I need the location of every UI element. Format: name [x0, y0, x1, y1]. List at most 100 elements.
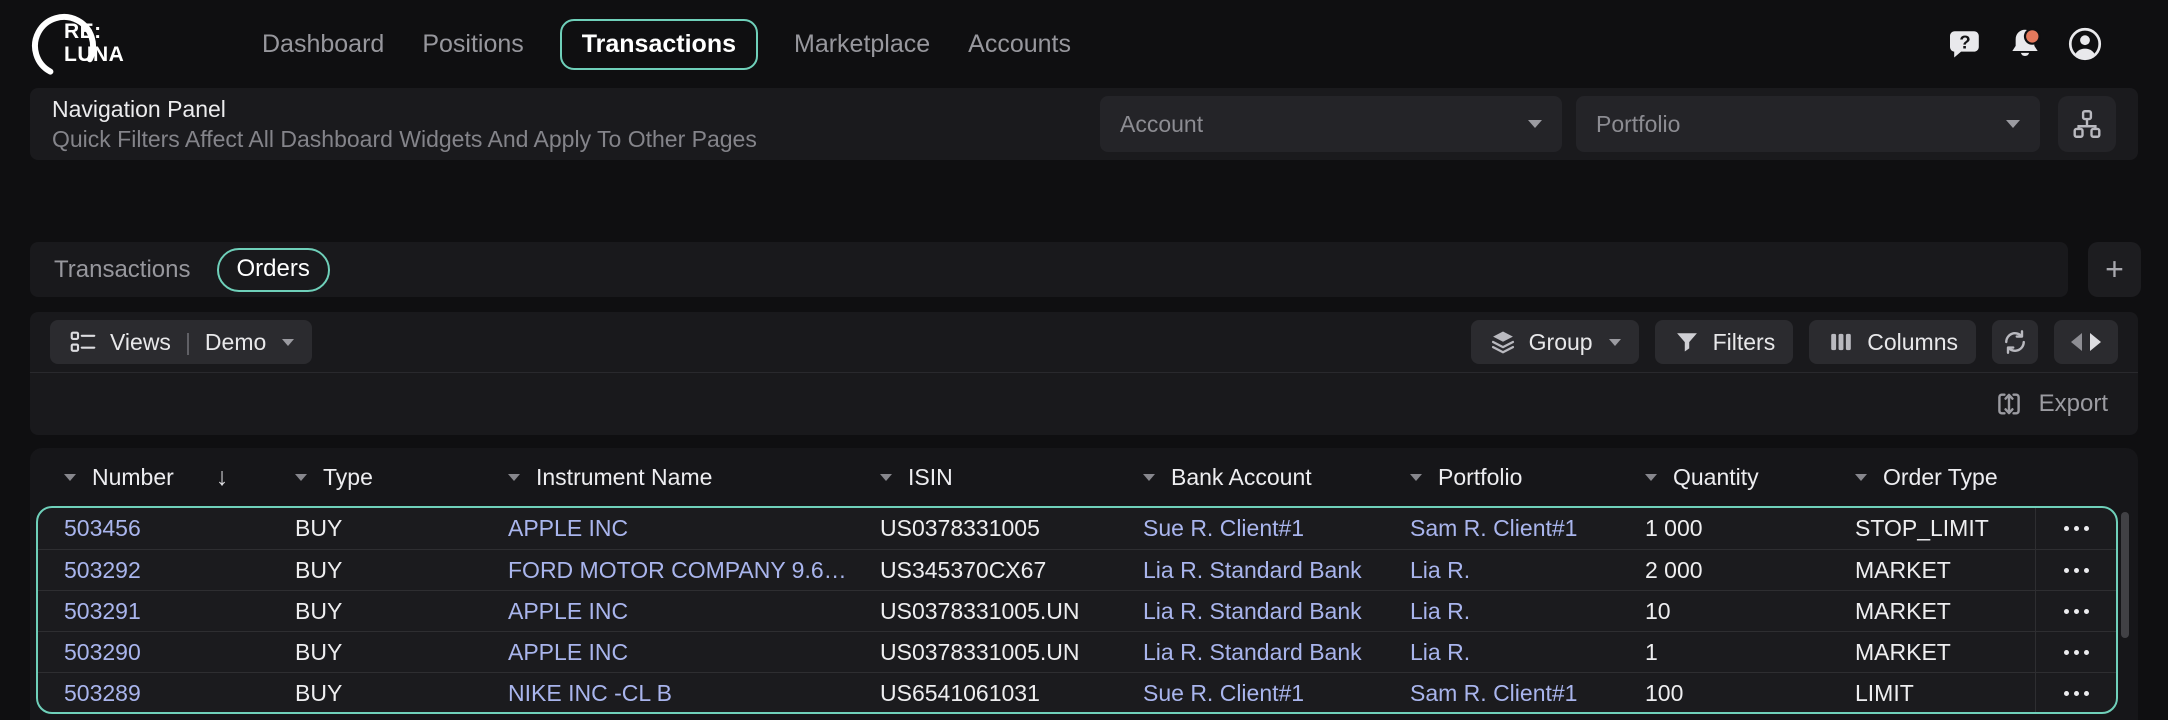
- topbar-actions: ?: [1946, 25, 2104, 63]
- table-row[interactable]: 503290 BUY APPLE INC US0378331005.UN Lia…: [38, 631, 2116, 672]
- refresh-button[interactable]: [1992, 320, 2038, 364]
- cell-order-type: STOP_LIMIT: [1829, 515, 2035, 542]
- cell-number[interactable]: 503289: [38, 680, 269, 707]
- cell-instrument[interactable]: FORD MOTOR COMPANY 9.6…: [482, 557, 854, 584]
- portfolio-select-placeholder: Portfolio: [1596, 111, 1680, 138]
- column-label: Type: [323, 464, 373, 491]
- row-actions-button[interactable]: [2035, 673, 2116, 713]
- selected-rows-group: 503456 BUY APPLE INC US0378331005 Sue R.…: [36, 506, 2118, 714]
- chevron-down-icon: [1528, 120, 1542, 128]
- cell-type: BUY: [269, 557, 482, 584]
- profile-icon[interactable]: [2066, 25, 2104, 63]
- cell-portfolio[interactable]: Lia R.: [1384, 598, 1619, 625]
- cell-bank-account[interactable]: Lia R. Standard Bank: [1117, 639, 1384, 666]
- cell-portfolio[interactable]: Lia R.: [1384, 639, 1619, 666]
- tab-transactions[interactable]: Transactions: [54, 256, 191, 284]
- chevron-down-icon: [1609, 339, 1621, 346]
- account-select[interactable]: Account: [1100, 96, 1562, 152]
- views-dropdown[interactable]: Views | Demo: [50, 320, 312, 364]
- cell-instrument[interactable]: APPLE INC: [482, 598, 854, 625]
- page-right-icon[interactable]: [2090, 333, 2101, 351]
- row-actions-button[interactable]: [2035, 508, 2116, 549]
- panel-subtitle: Quick Filters Affect All Dashboard Widge…: [52, 126, 757, 153]
- cell-portfolio[interactable]: Lia R.: [1384, 557, 1619, 584]
- column-label: ISIN: [908, 464, 953, 491]
- cell-instrument[interactable]: APPLE INC: [482, 515, 854, 542]
- column-header-quantity[interactable]: Quantity: [1619, 448, 1829, 506]
- cell-type: BUY: [269, 639, 482, 666]
- export-label: Export: [2039, 390, 2108, 418]
- cell-isin: US0378331005: [854, 515, 1117, 542]
- column-menu-icon[interactable]: [64, 474, 76, 481]
- nav-item-transactions[interactable]: Transactions: [560, 19, 758, 70]
- cell-number[interactable]: 503291: [38, 598, 269, 625]
- column-header-number[interactable]: Number ↓: [38, 448, 269, 506]
- column-header-isin[interactable]: ISIN: [854, 448, 1117, 506]
- column-menu-icon[interactable]: [1645, 474, 1657, 481]
- group-dropdown[interactable]: Group: [1471, 320, 1639, 364]
- cell-portfolio[interactable]: Sam R. Client#1: [1384, 680, 1619, 707]
- row-actions-button[interactable]: [2035, 550, 2116, 590]
- column-menu-icon[interactable]: [1143, 474, 1155, 481]
- help-icon[interactable]: ?: [1946, 25, 1984, 63]
- notifications-icon[interactable]: [2006, 25, 2044, 63]
- cell-isin: US345370CX67: [854, 557, 1117, 584]
- column-header-instrument-name[interactable]: Instrument Name: [482, 448, 854, 506]
- nav-item-accounts[interactable]: Accounts: [966, 21, 1073, 68]
- add-tab-button[interactable]: +: [2088, 242, 2141, 297]
- cell-quantity: 1 000: [1619, 515, 1829, 542]
- table-header: Number ↓ Type Instrument Name ISIN Bank …: [30, 448, 2138, 506]
- table-row[interactable]: 503289 BUY NIKE INC -CL B US6541061031 S…: [38, 672, 2116, 713]
- export-button[interactable]: Export: [30, 373, 2138, 434]
- column-menu-icon[interactable]: [508, 474, 520, 481]
- table-row[interactable]: 503292 BUY FORD MOTOR COMPANY 9.6… US345…: [38, 549, 2116, 590]
- grid-toolbar-right: Group Filters Columns: [1471, 320, 2118, 364]
- brand-logo[interactable]: RE: LUNA: [30, 8, 148, 80]
- column-menu-icon[interactable]: [880, 474, 892, 481]
- column-header-order-type[interactable]: Order Type: [1829, 448, 2035, 506]
- cell-instrument[interactable]: APPLE INC: [482, 639, 854, 666]
- cell-number[interactable]: 503290: [38, 639, 269, 666]
- columns-icon: [1827, 328, 1855, 356]
- row-actions-button[interactable]: [2035, 632, 2116, 672]
- tab-orders[interactable]: Orders: [217, 248, 330, 292]
- column-menu-icon[interactable]: [295, 474, 307, 481]
- funnel-icon: [1673, 328, 1701, 356]
- nav-item-marketplace[interactable]: Marketplace: [792, 21, 932, 68]
- cell-bank-account[interactable]: Sue R. Client#1: [1117, 680, 1384, 707]
- column-label: Order Type: [1883, 464, 1998, 491]
- cell-number[interactable]: 503292: [38, 557, 269, 584]
- cell-instrument[interactable]: NIKE INC -CL B: [482, 680, 854, 707]
- columns-button[interactable]: Columns: [1809, 320, 1976, 364]
- nav-item-dashboard[interactable]: Dashboard: [260, 21, 386, 68]
- cell-number[interactable]: 503456: [38, 515, 269, 542]
- column-menu-icon[interactable]: [1410, 474, 1422, 481]
- portfolio-select[interactable]: Portfolio: [1576, 96, 2040, 152]
- cell-order-type: LIMIT: [1829, 680, 2035, 707]
- hierarchy-icon: [2069, 106, 2105, 142]
- vertical-scrollbar[interactable]: [2121, 512, 2129, 638]
- row-actions-button[interactable]: [2035, 591, 2116, 631]
- cell-bank-account[interactable]: Sue R. Client#1: [1117, 515, 1384, 542]
- filters-button[interactable]: Filters: [1655, 320, 1794, 364]
- table-row[interactable]: 503291 BUY APPLE INC US0378331005.UN Lia…: [38, 590, 2116, 631]
- nav-item-positions[interactable]: Positions: [420, 21, 525, 68]
- column-header-bank-account[interactable]: Bank Account: [1117, 448, 1384, 506]
- panel-title: Navigation Panel: [52, 96, 757, 123]
- column-header-portfolio[interactable]: Portfolio: [1384, 448, 1619, 506]
- sort-desc-icon[interactable]: ↓: [216, 463, 229, 492]
- layers-icon: [1489, 328, 1517, 356]
- cell-portfolio[interactable]: Sam R. Client#1: [1384, 515, 1619, 542]
- cell-isin: US6541061031: [854, 680, 1117, 707]
- primary-nav: Dashboard Positions Transactions Marketp…: [260, 19, 1073, 70]
- cell-bank-account[interactable]: Lia R. Standard Bank: [1117, 598, 1384, 625]
- page-left-icon[interactable]: [2071, 333, 2082, 351]
- hierarchy-button[interactable]: [2058, 96, 2116, 152]
- column-menu-icon[interactable]: [1855, 474, 1867, 481]
- columns-label: Columns: [1867, 329, 1958, 356]
- cell-bank-account[interactable]: Lia R. Standard Bank: [1117, 557, 1384, 584]
- table-row[interactable]: 503456 BUY APPLE INC US0378331005 Sue R.…: [38, 508, 2116, 549]
- column-header-type[interactable]: Type: [269, 448, 482, 506]
- column-label: Portfolio: [1438, 464, 1522, 491]
- pager-buttons[interactable]: [2054, 320, 2118, 364]
